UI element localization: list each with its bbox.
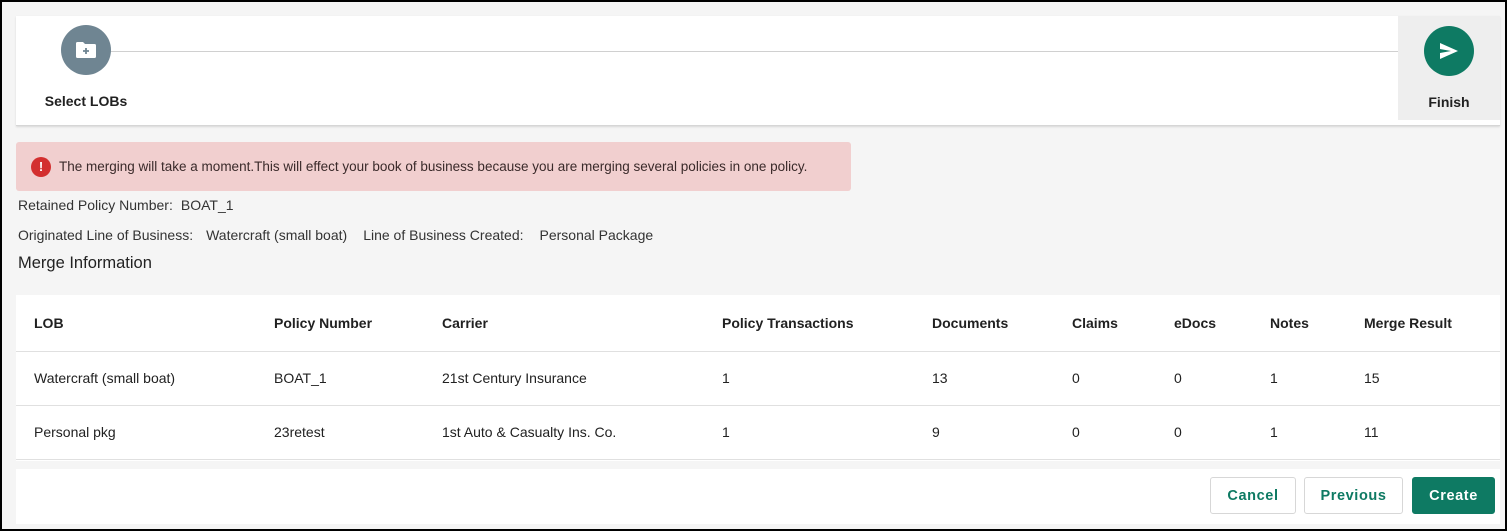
cell-policy-transactions: 1 <box>704 351 914 406</box>
originated-lob-label: Originated Line of Business: <box>18 227 194 243</box>
create-button[interactable]: Create <box>1412 477 1495 514</box>
column-header-documents: Documents <box>914 295 1054 352</box>
cancel-button[interactable]: Cancel <box>1210 477 1296 514</box>
column-header-merge-result: Merge Result <box>1346 295 1500 352</box>
column-header-lob: LOB <box>16 295 256 352</box>
cell-policy-number: BOAT_1 <box>256 351 424 406</box>
cell-documents: 9 <box>914 405 1054 460</box>
column-header-policy-number: Policy Number <box>256 295 424 352</box>
cell-policy-transactions: 1 <box>704 405 914 460</box>
created-lob-value: Personal Package <box>539 227 654 243</box>
cell-policy-number: 23retest <box>256 405 424 460</box>
step-finish[interactable]: Finish <box>1398 16 1500 120</box>
cell-documents: 13 <box>914 351 1054 406</box>
table-row: Watercraft (small boat) BOAT_1 21st Cent… <box>16 351 1500 406</box>
cell-claims: 0 <box>1054 351 1156 406</box>
cell-merge-result: 15 <box>1346 351 1500 406</box>
cell-merge-result: 11 <box>1346 405 1500 460</box>
originated-lob-value: Watercraft (small boat) <box>206 227 348 243</box>
cell-edocs: 0 <box>1156 405 1252 460</box>
cell-carrier: 21st Century Insurance <box>424 351 704 406</box>
table-row: Personal pkg 23retest 1st Auto & Casualt… <box>16 405 1500 460</box>
cell-claims: 0 <box>1054 405 1156 460</box>
folder-add-icon <box>76 42 96 58</box>
column-header-policy-transactions: Policy Transactions <box>704 295 914 352</box>
step-circle-finish[interactable] <box>1424 26 1474 76</box>
column-header-notes: Notes <box>1252 295 1346 352</box>
cell-notes: 1 <box>1252 405 1346 460</box>
step-label-finish: Finish <box>1428 94 1470 110</box>
column-header-carrier: Carrier <box>424 295 704 352</box>
retained-policy-label: Retained Policy Number: <box>18 197 173 213</box>
previous-button[interactable]: Previous <box>1304 477 1403 514</box>
merge-warning-alert: ! The merging will take a moment.This wi… <box>16 142 851 191</box>
column-header-edocs: eDocs <box>1156 295 1252 352</box>
send-icon <box>1440 43 1458 59</box>
merge-wizard: Select LOBs Finish ! The merging will ta… <box>0 0 1507 531</box>
column-header-claims: Claims <box>1054 295 1156 352</box>
cell-edocs: 0 <box>1156 351 1252 406</box>
cell-notes: 1 <box>1252 351 1346 406</box>
table-header-row: LOB Policy Number Carrier Policy Transac… <box>16 295 1500 352</box>
cell-lob: Personal pkg <box>16 405 256 460</box>
retained-policy-line: Retained Policy Number: BOAT_1 <box>18 197 234 213</box>
retained-policy-value: BOAT_1 <box>180 197 234 213</box>
stepper: Select LOBs Finish <box>16 16 1500 126</box>
created-lob-label: Line of Business Created: <box>363 227 524 243</box>
alert-message: The merging will take a moment.This will… <box>59 159 808 174</box>
cell-lob: Watercraft (small boat) <box>16 351 256 406</box>
action-bar: Cancel Previous Create <box>16 469 1500 524</box>
merge-information-title: Merge Information <box>18 254 152 272</box>
stepper-connector <box>108 51 1422 52</box>
step-circle-select-lobs[interactable] <box>61 25 111 75</box>
merge-table: LOB Policy Number Carrier Policy Transac… <box>16 295 1500 461</box>
error-icon: ! <box>31 156 51 177</box>
cell-carrier: 1st Auto & Casualty Ins. Co. <box>424 405 704 460</box>
step-label-select-lobs: Select LOBs <box>44 93 128 109</box>
step-select-lobs[interactable]: Select LOBs <box>36 24 136 119</box>
line-of-business-line: Originated Line of Business: Watercraft (… <box>18 227 653 243</box>
